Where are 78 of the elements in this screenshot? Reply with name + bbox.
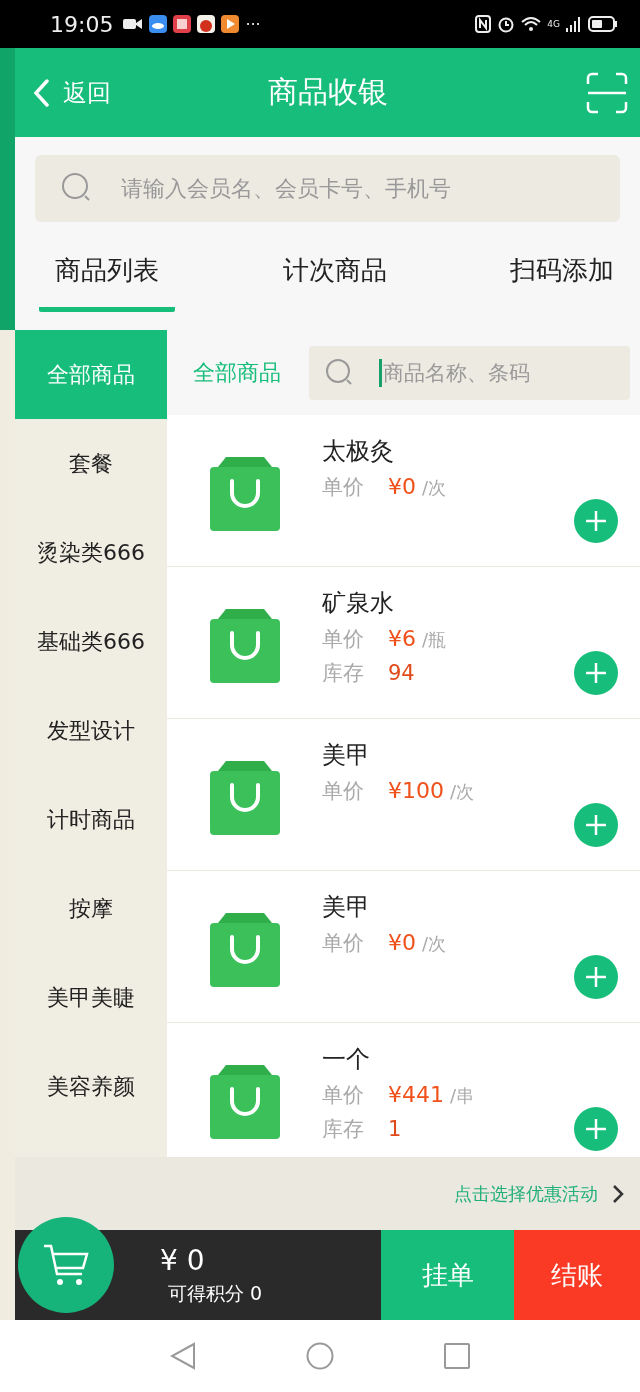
price-unit: /瓶 <box>422 628 447 652</box>
home-nav-icon[interactable] <box>306 1342 334 1370</box>
food-app-icon <box>197 15 216 33</box>
category-item[interactable]: 基础类666 <box>15 597 167 686</box>
cart-icon <box>42 1242 90 1288</box>
play-app-icon <box>221 15 240 33</box>
category-item[interactable]: 套餐 <box>15 419 167 508</box>
wifi-icon <box>521 16 542 32</box>
price-label: 单价 <box>322 474 364 501</box>
back-nav-icon[interactable] <box>170 1342 196 1370</box>
product-price: ¥6 <box>388 626 416 651</box>
product-price: ¥441 <box>388 1082 444 1107</box>
plus-icon <box>585 966 607 988</box>
tab[interactable]: 商品列表 <box>39 240 175 312</box>
price-unit: /串 <box>450 1084 475 1108</box>
more-notifications: ··· <box>245 14 261 34</box>
category-item[interactable]: 发型设计 <box>15 686 167 775</box>
price-label: 单价 <box>322 1082 364 1109</box>
tab[interactable]: 计次商品 <box>266 240 403 312</box>
book-app-icon <box>173 15 192 33</box>
stock-label: 库存 <box>322 660 364 687</box>
status-time: 19:05 <box>50 11 114 37</box>
chevron-right-icon <box>612 1183 624 1204</box>
product-price: ¥0 <box>388 474 416 499</box>
category-item[interactable]: 按摩 <box>15 864 167 953</box>
price-label: 单价 <box>322 930 364 957</box>
category-item[interactable]: 美甲美睫 <box>15 953 167 1042</box>
alarm-icon <box>497 15 516 33</box>
price-unit: /次 <box>422 476 447 500</box>
plus-icon <box>585 662 607 684</box>
stock-count: 1 <box>388 1117 402 1141</box>
product-name: 美甲 <box>322 892 371 923</box>
chevron-left-icon <box>33 78 49 107</box>
recents-nav-icon[interactable] <box>444 1343 470 1369</box>
category-title: 全部商品 <box>193 358 281 387</box>
network-type: 4G <box>547 19 560 29</box>
category-item[interactable]: 计时商品 <box>15 775 167 864</box>
shopping-bag-icon <box>210 609 280 683</box>
scan-icon[interactable] <box>586 71 628 114</box>
product-search-field[interactable]: 商品名称、条码 <box>309 345 630 400</box>
price-label: 单价 <box>322 778 364 805</box>
product-name: 太极灸 <box>322 436 395 467</box>
points-text: 可得积分 0 <box>167 1280 264 1306</box>
category-item[interactable]: 烫染类666 <box>15 508 167 597</box>
stock-label: 库存 <box>322 1116 364 1143</box>
add-button[interactable] <box>574 955 618 999</box>
stock-count: 94 <box>388 661 415 685</box>
plus-icon <box>585 814 607 836</box>
add-button[interactable] <box>574 803 618 847</box>
add-button[interactable] <box>574 499 618 543</box>
text-cursor <box>379 358 382 387</box>
shopping-bag-icon <box>210 457 280 531</box>
product-price: ¥100 <box>388 778 444 803</box>
product-price: ¥0 <box>388 930 416 955</box>
product-name: 一个 <box>322 1044 371 1075</box>
price-unit: /次 <box>450 780 475 804</box>
cloud-app-icon <box>149 15 168 33</box>
page-title: 商品收银 <box>266 73 389 111</box>
checkout-button[interactable]: 结账 <box>514 1230 640 1320</box>
plus-icon <box>585 510 607 532</box>
total-amount: ¥ 0 <box>160 1243 206 1277</box>
add-button[interactable] <box>574 651 618 695</box>
shopping-bag-icon <box>210 1065 280 1139</box>
price-label: 单价 <box>322 626 364 653</box>
product-name: 美甲 <box>322 740 371 771</box>
shopping-bag-icon <box>210 761 280 835</box>
category-item[interactable]: 美容养颜 <box>15 1042 167 1131</box>
tab[interactable]: 扫码添加 <box>494 240 630 312</box>
plus-icon <box>585 1118 607 1140</box>
price-unit: /次 <box>422 932 447 956</box>
battery-icon <box>588 16 618 32</box>
nfc-icon <box>475 15 492 33</box>
shopping-bag-icon <box>210 913 280 987</box>
product-name: 矿泉水 <box>322 588 395 619</box>
add-button[interactable] <box>574 1107 618 1151</box>
member-search-field[interactable]: 请输入会员名、会员卡号、手机号 <box>35 155 620 222</box>
signal-icon <box>566 16 582 32</box>
video-icon <box>123 17 144 31</box>
